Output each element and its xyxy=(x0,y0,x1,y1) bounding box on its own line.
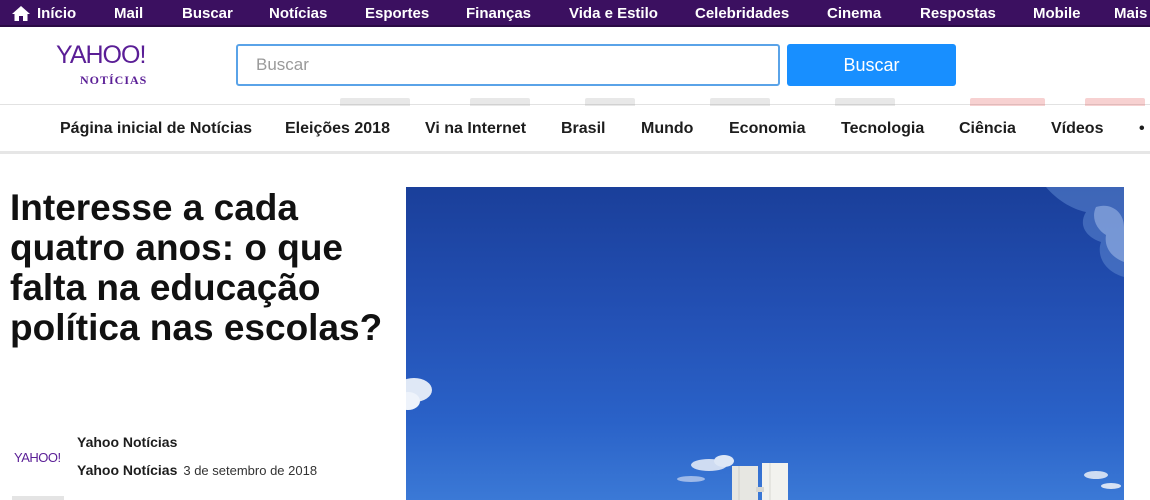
nav-item-mundo[interactable]: Mundo xyxy=(641,106,693,152)
top-navigation-bar: Início Mail Buscar Notícias Esportes Fin… xyxy=(0,0,1150,27)
nav-item-more[interactable]: • xyxy=(1139,106,1145,152)
topbar-link-noticias[interactable]: Notícias xyxy=(269,0,327,27)
topbar-link-buscar[interactable]: Buscar xyxy=(182,0,233,27)
section-navigation: Página inicial de Notícias Eleições 2018… xyxy=(0,106,1150,154)
topbar-link-mais[interactable]: Mais xyxy=(1114,0,1147,27)
nav-item-ciencia[interactable]: Ciência xyxy=(959,106,1016,152)
topbar-link-vida-e-estilo[interactable]: Vida e Estilo xyxy=(569,0,658,27)
search-button[interactable]: Buscar xyxy=(787,44,956,86)
nav-item-eleicoes-2018[interactable]: Eleições 2018 xyxy=(285,106,390,152)
nav-item-tecnologia[interactable]: Tecnologia xyxy=(841,106,924,152)
search-input[interactable] xyxy=(236,44,780,86)
home-icon[interactable] xyxy=(12,6,30,21)
topbar-link-celebridades[interactable]: Celebridades xyxy=(695,0,789,27)
article-headline: Interesse a cada quatro anos: o que falt… xyxy=(10,187,383,348)
nav-item-pagina-inicial[interactable]: Página inicial de Notícias xyxy=(60,106,252,152)
site-header: YAHOO! NOTÍCIAS Buscar xyxy=(0,27,1150,105)
author-name[interactable]: Yahoo Notícias xyxy=(77,462,177,478)
nav-item-videos[interactable]: Vídeos xyxy=(1051,106,1103,152)
author-line: Yahoo Notícias 3 de setembro de 2018 xyxy=(77,462,317,478)
logo-wordmark: YAHOO! xyxy=(56,41,146,69)
nav-item-brasil[interactable]: Brasil xyxy=(561,106,605,152)
article-hero-image[interactable] xyxy=(406,187,1124,500)
topbar-link-inicio[interactable]: Início xyxy=(37,0,76,27)
hero-photo-illustration xyxy=(406,187,1124,500)
topbar-link-mobile[interactable]: Mobile xyxy=(1033,0,1081,27)
nav-item-vi-na-internet[interactable]: Vi na Internet xyxy=(425,106,526,152)
publish-date: 3 de setembro de 2018 xyxy=(183,463,318,478)
source-logo: YAHOO! xyxy=(14,450,61,465)
divider xyxy=(12,496,64,500)
topbar-link-respostas[interactable]: Respostas xyxy=(920,0,996,27)
topbar-link-esportes[interactable]: Esportes xyxy=(365,0,429,27)
yahoo-noticias-logo[interactable]: YAHOO! NOTÍCIAS xyxy=(56,41,176,91)
logo-section-name: NOTÍCIAS xyxy=(80,73,148,87)
topbar-link-cinema[interactable]: Cinema xyxy=(827,0,881,27)
source-name[interactable]: Yahoo Notícias xyxy=(77,434,177,450)
topbar-link-financas[interactable]: Finanças xyxy=(466,0,531,27)
topbar-link-mail[interactable]: Mail xyxy=(114,0,143,27)
nav-item-economia[interactable]: Economia xyxy=(729,106,805,152)
